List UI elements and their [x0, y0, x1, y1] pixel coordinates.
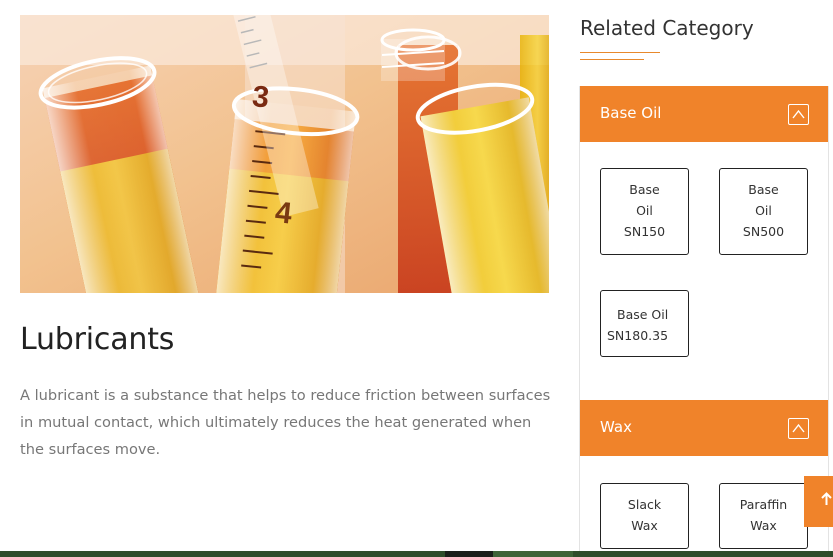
heading-underline [580, 52, 660, 53]
chip-line: Oil [636, 203, 653, 218]
arrow-up-icon [821, 492, 832, 505]
chip-line: Slack [627, 497, 662, 512]
chip-line: Base [629, 182, 660, 197]
page-description: A lubricant is a substance that helps to… [20, 387, 551, 458]
chip-line: SN150 [623, 224, 666, 239]
chip-line: Paraffin [739, 497, 788, 512]
chip-line: Wax [750, 518, 777, 533]
category-chip-slack-wax[interactable]: Slack Wax [600, 483, 689, 549]
chip-line: SN500 [742, 224, 785, 239]
category-chip-base-oil-sn500[interactable]: Base Oil SN500 [719, 168, 808, 255]
footer-strip-dark [445, 551, 493, 557]
scroll-to-top-button[interactable] [804, 476, 833, 527]
chip-line: Base [748, 182, 779, 197]
panel-header-base-oil[interactable]: Base Oil [580, 86, 828, 142]
graduation-number-3: 3 [251, 80, 271, 115]
chip-line: Oil [755, 203, 772, 218]
heading-underline-short [580, 59, 644, 60]
footer-strip-light [493, 551, 573, 557]
category-panel-base-oil: Base Oil Base Oil SN150 Base Oil SN500 B… [579, 86, 829, 400]
category-chip-base-oil-sn150[interactable]: Base Oil SN150 [600, 168, 689, 255]
chip-line: Wax [631, 518, 658, 533]
page-title: Lubricants [20, 322, 175, 357]
category-chip-base-oil-sn180[interactable]: Base Oil SN180.35 [600, 290, 689, 357]
chevron-up-icon[interactable] [788, 104, 809, 125]
chevron-up-icon[interactable] [788, 418, 809, 439]
chip-line: Base Oil [617, 307, 669, 322]
lubricant-tubes-image: 3 4 [20, 15, 549, 293]
category-panel-wax: Wax Slack Wax Paraffin Wax [579, 400, 829, 551]
panel-label-base-oil: Base Oil [600, 104, 662, 122]
chip-line: SN180.35 [607, 328, 669, 343]
footer-strip [0, 551, 833, 557]
category-chip-paraffin-wax[interactable]: Paraffin Wax [719, 483, 808, 549]
related-category-heading: Related Category [580, 16, 754, 40]
panel-label-wax: Wax [600, 418, 632, 436]
panel-header-wax[interactable]: Wax [580, 400, 828, 456]
